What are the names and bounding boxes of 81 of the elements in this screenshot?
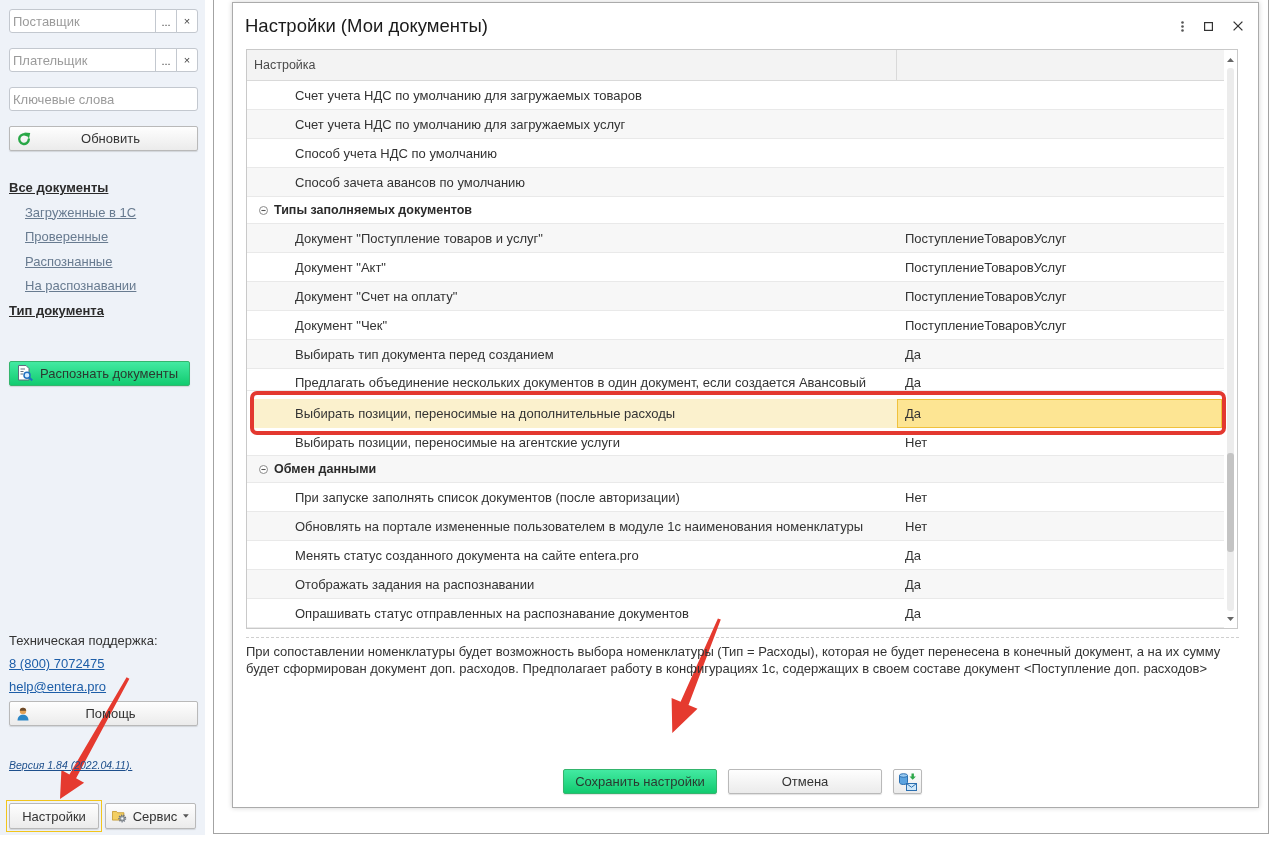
table-cell-text: При запуске заполнять список документов (после авторизации) — [294, 488, 681, 507]
group-title: Обмен данными — [274, 462, 377, 476]
database-envelope-icon — [898, 772, 917, 791]
table-cell-text: ПоступлениеТоваровУслуг — [904, 229, 1068, 248]
nav-link[interactable]: Все документы — [9, 180, 109, 196]
table-cell-text: Да — [904, 575, 923, 594]
save-button[interactable]: Сохранить настройки — [563, 769, 717, 794]
nav-link[interactable]: Распознанные — [25, 253, 113, 270]
table-cell-text: Да — [904, 345, 923, 364]
settings-button[interactable]: Настройки — [9, 803, 99, 829]
close-icon[interactable] — [1233, 21, 1243, 31]
table-cell-text: Документ "Чек" — [294, 316, 389, 335]
column-header: Настройка — [247, 50, 897, 80]
table-cell-text: Выбирать позиции, переносимые на дополнительные расходы — [294, 404, 677, 423]
table-cell-text: Нет — [904, 488, 929, 507]
table-cell-text: Отображать задания на распознавании — [294, 575, 536, 594]
cancel-button[interactable]: Отмена — [728, 769, 882, 794]
table-cell-text: Способ зачета авансов по умолчанию — [294, 173, 527, 192]
clear-button[interactable]: × — [176, 48, 198, 72]
support-label: Техническая поддержка: — [9, 633, 158, 649]
person-icon — [17, 706, 31, 721]
table-cell-text: Счет учета НДС по умолчанию для загружаемых услуг — [294, 115, 627, 134]
table-row[interactable]: Выбирать позиции, переносимые на дополнительные расходы Да — [254, 398, 1222, 428]
caret-icon — [183, 814, 189, 818]
folder-gear-icon — [112, 808, 127, 824]
table-row[interactable]: Отображать задания на распознавании Да — [247, 570, 1224, 599]
refresh-icon — [17, 131, 31, 146]
table-cell-text: Документ "Поступление товаров и услуг" — [294, 229, 544, 248]
table-cell-text: Выбирать позиции, переносимые на агентские услуги — [294, 435, 621, 452]
table-cell-text: Опрашивать статус отправленных на распознавание документов — [294, 604, 690, 623]
table-cell-text: Выбирать тип документа перед созданием — [294, 345, 555, 364]
refresh-button[interactable]: Обновить — [9, 126, 198, 151]
table-cell-text: ПоступлениеТоваровУслуг — [904, 287, 1068, 306]
table-row[interactable]: Счет учета НДС по умолчанию для загружаемых услуг — [247, 110, 1224, 139]
input-field[interactable]: Ключевые слова — [9, 87, 198, 111]
table-cell-text: ПоступлениеТоваровУслуг — [904, 258, 1068, 277]
group-row[interactable]: Обмен данными — [247, 456, 1224, 483]
nav-link[interactable]: Загруженные в 1С — [25, 204, 137, 221]
select-button[interactable]: ... — [155, 9, 177, 33]
table-cell-text: Нет — [904, 517, 929, 536]
table-cell-text: Менять статус созданного документа на сайте entera.pro — [294, 546, 640, 565]
dialog-title: Настройки (Мои документы) — [245, 15, 488, 37]
table-cell-text: Счет учета НДС по умолчанию для загружаемых товаров — [294, 86, 643, 105]
table-row[interactable]: Выбирать тип документа перед созданием Да — [247, 340, 1224, 369]
table-row[interactable]: Документ "Поступление товаров и услуг" ПоступлениеТоваровУслуг — [247, 224, 1224, 253]
table-row[interactable]: Выбирать позиции, переносимые на агентские услуги Нет — [247, 435, 1224, 456]
table-cell-text: Обновлять на портале измененные пользователем в модуле 1с наименования номенклатуры — [294, 517, 865, 536]
table-cell-text: Да — [904, 374, 923, 390]
scroll-up-icon[interactable] — [1227, 58, 1234, 62]
collapse-icon[interactable] — [259, 464, 268, 474]
table-row[interactable]: Документ "Счет на оплату" ПоступлениеТоваровУслуг — [247, 282, 1224, 311]
collapse-icon[interactable] — [259, 205, 268, 215]
group-title: Типы заполняемых документов — [274, 203, 472, 217]
nav-link[interactable]: Тип документа — [9, 302, 104, 319]
nav-link[interactable]: На распознавании — [25, 278, 137, 295]
scrollbar-thumb[interactable] — [1227, 453, 1234, 552]
maximize-icon[interactable] — [1204, 21, 1213, 31]
recognize-button[interactable]: Распознать документы — [9, 360, 190, 386]
table-cell: Да — [897, 398, 1222, 428]
table-row[interactable]: Способ зачета авансов по умолчанию — [247, 168, 1224, 197]
scroll-down-icon[interactable] — [1227, 617, 1234, 621]
table-cell-text: ПоступлениеТоваровУслуг — [904, 316, 1068, 335]
table-cell-text: Документ "Счет на оплату" — [294, 287, 459, 306]
table-cell-text: Нет — [904, 435, 929, 452]
table-cell-text: Предлагать объединение нескольких документов в один документ, если создается Авансовый — [294, 374, 868, 390]
input-field[interactable]: Плательщик — [9, 48, 156, 72]
table-cell-text: Способ учета НДС по умолчанию — [294, 144, 499, 163]
nav-link[interactable]: Проверенные — [25, 229, 109, 246]
table-cell-text: Да — [904, 546, 923, 565]
clear-button[interactable]: × — [176, 9, 198, 33]
more-icon[interactable] — [1181, 20, 1184, 32]
email-link[interactable]: help@entera.pro — [9, 679, 107, 695]
document-search-icon — [17, 365, 33, 382]
icon-button[interactable] — [893, 769, 922, 794]
table-cell-text: Документ "Акт" — [294, 258, 387, 277]
menu-button[interactable]: Сервис — [105, 803, 196, 829]
select-button[interactable]: ... — [155, 48, 177, 72]
input-field[interactable]: Поставщик — [9, 9, 156, 33]
table-row[interactable]: Обновлять на портале измененные пользователем в модуле 1с наименования номенклатуры Нет — [247, 512, 1224, 541]
table-cell-text: Да — [904, 604, 923, 623]
phone-link[interactable]: 8 (800) 7072475 — [9, 656, 105, 672]
